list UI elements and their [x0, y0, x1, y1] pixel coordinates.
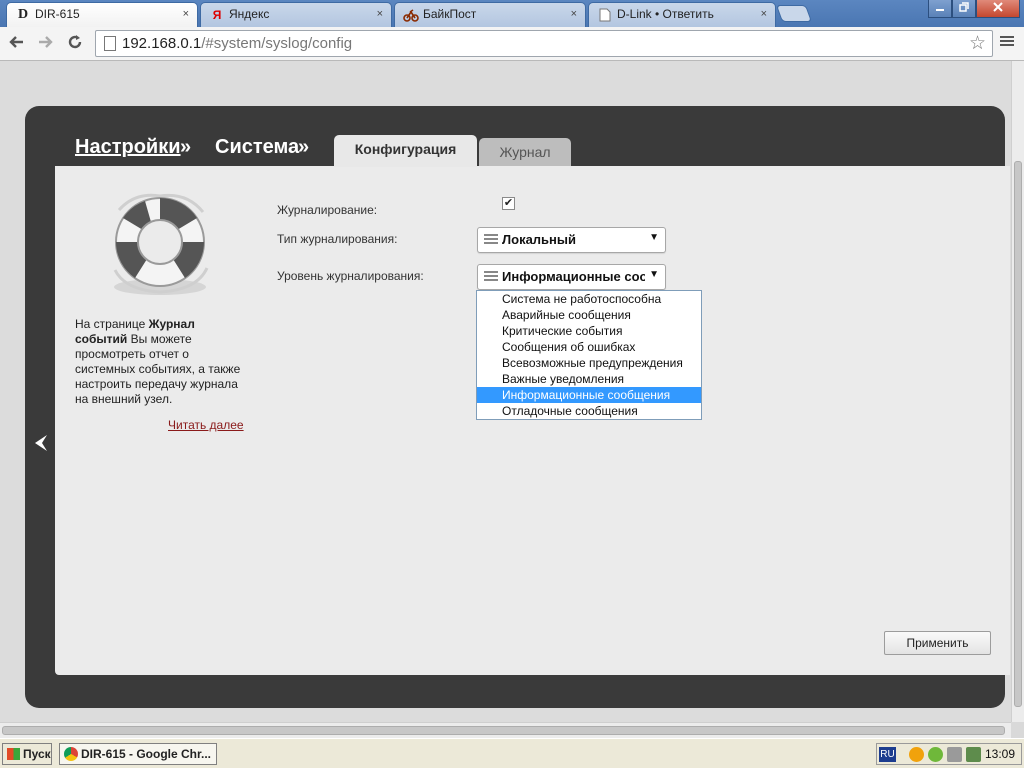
- restore-button[interactable]: [952, 0, 976, 18]
- browser-tab-title: БайкПост: [423, 7, 477, 21]
- horizontal-scrollbar-thumb[interactable]: [2, 726, 1005, 735]
- browser-tab-yandex[interactable]: Я Яндекс ×: [200, 2, 392, 27]
- page-description: На странице Журнал событий Вы можете про…: [75, 317, 250, 407]
- logging-label: Журналирование:: [277, 203, 378, 217]
- tray-app-icon[interactable]: [909, 747, 924, 762]
- description-prefix: На странице: [75, 317, 149, 331]
- browser-tab-title: D-Link • Ответить: [617, 7, 714, 21]
- browser-menu-button[interactable]: [996, 33, 1018, 55]
- browser-tab-dlink-reply[interactable]: D-Link • Ответить ×: [588, 2, 776, 27]
- reload-icon: [68, 35, 82, 49]
- dropdown-arrow-icon: ▼: [649, 269, 659, 280]
- lifebuoy-icon: [113, 193, 209, 295]
- breadcrumb-separator: »: [298, 136, 310, 158]
- router-panel: Настройки » Система » Конфигурация Журна…: [25, 106, 1019, 708]
- logging-checkbox[interactable]: ✔: [502, 197, 515, 210]
- taskbar-item-chrome[interactable]: DIR-615 - Google Chr...: [59, 743, 217, 765]
- page-icon: [104, 36, 116, 51]
- yandex-favicon-icon: Я: [212, 8, 222, 22]
- dropdown-option[interactable]: Критические события: [477, 323, 701, 339]
- forward-button[interactable]: [35, 33, 57, 55]
- browser-tab-baikpost[interactable]: БайкПост ×: [394, 2, 586, 27]
- speaker-icon[interactable]: [947, 747, 962, 762]
- system-tray: RU 13:09: [876, 743, 1022, 765]
- dropdown-option[interactable]: Важные уведомления: [477, 371, 701, 387]
- breadcrumb-separator: »: [180, 136, 192, 158]
- vertical-scrollbar[interactable]: [1011, 61, 1024, 722]
- browser-tab-strip: D DIR-615 × Я Яндекс × БайкПост × D-Link…: [0, 0, 1024, 27]
- moto-favicon-icon: [403, 8, 419, 22]
- url-host: 192.168.0.1: [122, 35, 202, 52]
- dropdown-arrow-icon: ▼: [649, 232, 659, 243]
- address-bar[interactable]: 192.168.0.1/#system/syslog/config ☆: [95, 30, 993, 57]
- window-close-button[interactable]: [976, 0, 1020, 18]
- apply-button[interactable]: Применить: [884, 631, 991, 655]
- utorrent-icon[interactable]: [928, 747, 943, 762]
- back-arrow-icon: [9, 36, 23, 48]
- new-tab-button[interactable]: [775, 5, 813, 22]
- dropdown-option[interactable]: Сообщения об ошибках: [477, 339, 701, 355]
- hamburger-menu-icon: [1000, 36, 1014, 46]
- dropdown-option-selected[interactable]: Информационные сообщения: [477, 387, 701, 403]
- chrome-icon: [64, 747, 78, 761]
- read-more-link[interactable]: Читать далее: [168, 418, 244, 432]
- taskbar-item-label: DIR-615 - Google Chr...: [81, 747, 212, 761]
- browser-tab-dir615[interactable]: D DIR-615 ×: [6, 2, 198, 27]
- forward-arrow-icon: [39, 36, 53, 48]
- collapse-arrow-icon[interactable]: [33, 434, 49, 458]
- reload-button[interactable]: [64, 33, 86, 55]
- dropdown-option[interactable]: Система не работоспособна: [477, 291, 701, 307]
- url-text: 192.168.0.1/#system/syslog/config: [122, 35, 352, 52]
- list-icon: [484, 271, 498, 283]
- window-close-icon: [993, 2, 1003, 12]
- minimize-icon: [936, 9, 944, 11]
- restore-icon: [959, 2, 969, 12]
- start-label: Пуск: [23, 747, 51, 761]
- page-viewport: Настройки » Система » Конфигурация Журна…: [0, 61, 1024, 722]
- browser-toolbar: 192.168.0.1/#system/syslog/config ☆: [0, 27, 1024, 61]
- page-favicon-icon: [597, 8, 613, 22]
- url-path: /#system/syslog/config: [201, 35, 353, 52]
- logging-level-dropdown[interactable]: Система не работоспособна Аварийные сооб…: [476, 290, 702, 420]
- minimize-button[interactable]: [928, 0, 952, 18]
- logging-level-select[interactable]: Информационные сообщения ▼: [477, 264, 666, 290]
- browser-tab-title: DIR-615: [35, 7, 80, 21]
- start-button[interactable]: Пуск: [2, 743, 52, 765]
- logging-type-select[interactable]: Локальный ▼: [477, 227, 666, 253]
- logging-level-value: Информационные сообщения: [502, 269, 645, 284]
- dropdown-option[interactable]: Всевозможные предупреждения: [477, 355, 701, 371]
- windows-flag-icon: [7, 748, 20, 760]
- horizontal-scrollbar[interactable]: [0, 722, 1011, 738]
- close-icon[interactable]: ×: [761, 3, 767, 26]
- breadcrumb-settings[interactable]: Настройки: [75, 136, 181, 159]
- vertical-scrollbar-thumb[interactable]: [1014, 161, 1022, 707]
- logging-type-label: Тип журналирования:: [277, 232, 398, 246]
- dropdown-option[interactable]: Аварийные сообщения: [477, 307, 701, 323]
- list-icon: [484, 234, 498, 246]
- back-button[interactable]: [5, 33, 27, 55]
- browser-tab-title: Яндекс: [229, 7, 270, 21]
- close-icon[interactable]: ×: [183, 3, 189, 26]
- network-icon[interactable]: [966, 747, 981, 762]
- tab-configuration[interactable]: Конфигурация: [334, 135, 477, 167]
- clock: 13:09: [985, 747, 1016, 761]
- dropdown-option[interactable]: Отладочные сообщения: [477, 403, 701, 419]
- logging-level-label: Уровень журналирования:: [277, 269, 424, 283]
- close-icon[interactable]: ×: [571, 3, 577, 26]
- logging-type-value: Локальный: [502, 232, 576, 247]
- dlink-favicon-icon: D: [17, 7, 29, 22]
- content-area: На странице Журнал событий Вы можете про…: [55, 166, 1019, 675]
- close-icon[interactable]: ×: [377, 3, 383, 26]
- bookmark-star-icon[interactable]: ☆: [969, 32, 986, 55]
- taskbar: Пуск DIR-615 - Google Chr... RU 13:09: [0, 738, 1024, 768]
- tab-log[interactable]: Журнал: [479, 138, 571, 166]
- language-indicator[interactable]: RU: [879, 747, 896, 762]
- breadcrumb-system[interactable]: Система: [215, 136, 299, 159]
